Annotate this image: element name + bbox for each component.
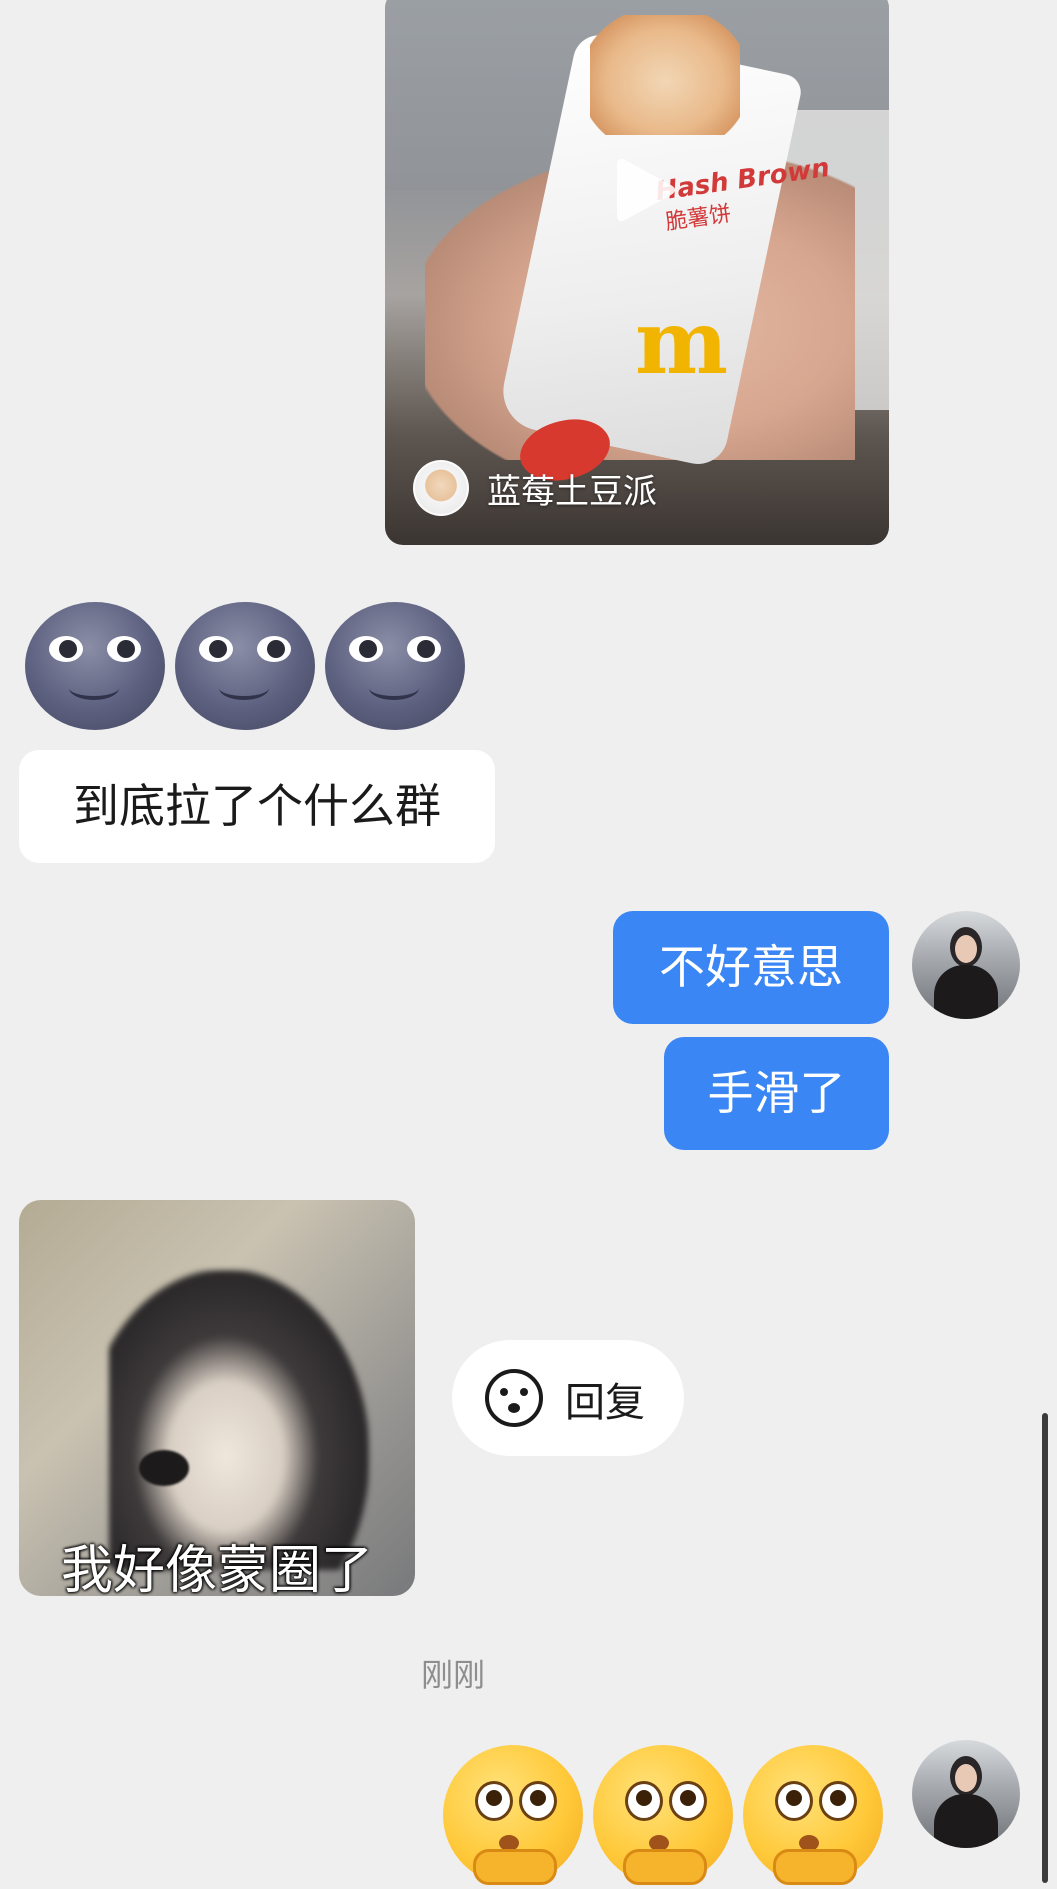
reply-button[interactable]: 回复	[452, 1340, 684, 1456]
sticker-caption: 我好像蒙圈了	[60, 1541, 373, 1596]
outgoing-message-bubble[interactable]: 不好意思	[613, 911, 889, 1024]
moon-face-emoji	[175, 602, 315, 730]
user-avatar[interactable]	[912, 1740, 1020, 1848]
dog-nose	[139, 1450, 189, 1486]
outgoing-message-bubble[interactable]: 手滑了	[664, 1037, 889, 1150]
message-timestamp: 刚刚	[420, 1656, 485, 1694]
video-thumbnail-hamster	[590, 15, 740, 135]
video-share-card[interactable]: Hash Brown 脆薯饼 m 蓝莓土豆派	[385, 0, 889, 545]
creator-name[interactable]: 蓝莓土豆派	[487, 464, 657, 513]
moon-face-emoji	[325, 602, 465, 730]
scrollbar[interactable]	[1042, 1413, 1048, 1883]
play-icon[interactable]	[603, 150, 683, 230]
dog-image	[109, 1270, 369, 1570]
mcdonalds-logo: m	[635, 290, 729, 394]
smiley-face-icon	[485, 1369, 543, 1427]
thinking-face-emoji	[743, 1745, 883, 1885]
reply-label: 回复	[565, 1380, 645, 1426]
dog-sticker-message[interactable]: 我好像蒙圈了	[19, 1200, 415, 1596]
thinking-face-emoji	[443, 1745, 583, 1885]
thinking-face-emoji	[593, 1745, 733, 1885]
incoming-message-bubble[interactable]: 到底拉了个什么群	[19, 750, 495, 863]
moon-face-emoji	[25, 602, 165, 730]
user-avatar[interactable]	[912, 911, 1020, 1019]
creator-avatar[interactable]	[413, 460, 469, 516]
